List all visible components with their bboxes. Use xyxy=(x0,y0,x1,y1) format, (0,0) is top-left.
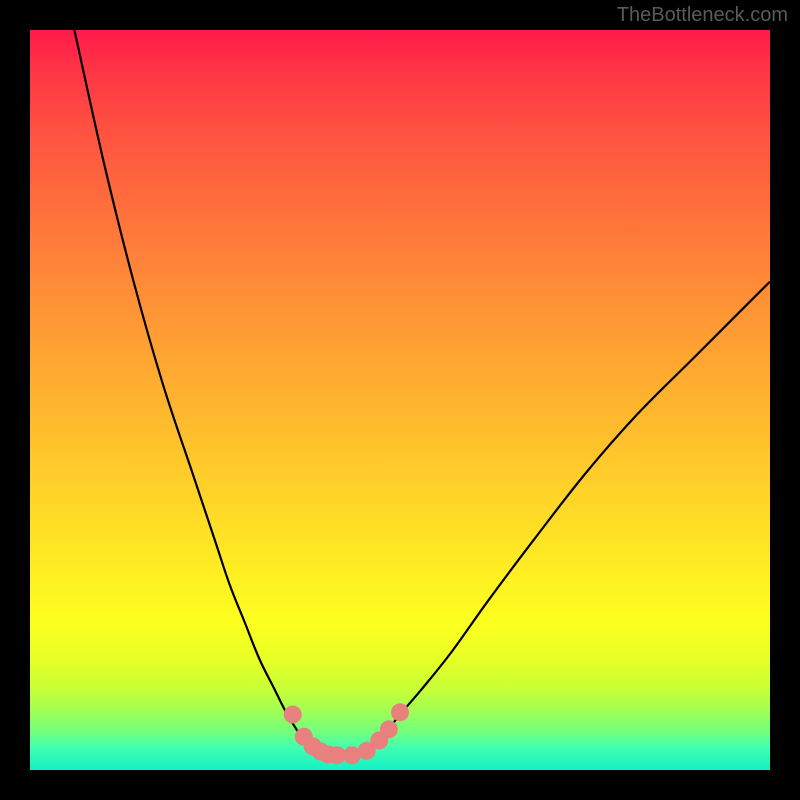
right-curve-path xyxy=(356,282,770,756)
data-point xyxy=(391,703,409,721)
left-curve-path xyxy=(74,30,326,755)
data-point xyxy=(284,706,302,724)
watermark-text: TheBottleneck.com xyxy=(617,4,788,27)
chart-svg xyxy=(30,30,770,770)
data-markers xyxy=(284,703,409,764)
chart-plot-area xyxy=(30,30,770,770)
data-point xyxy=(380,720,398,738)
